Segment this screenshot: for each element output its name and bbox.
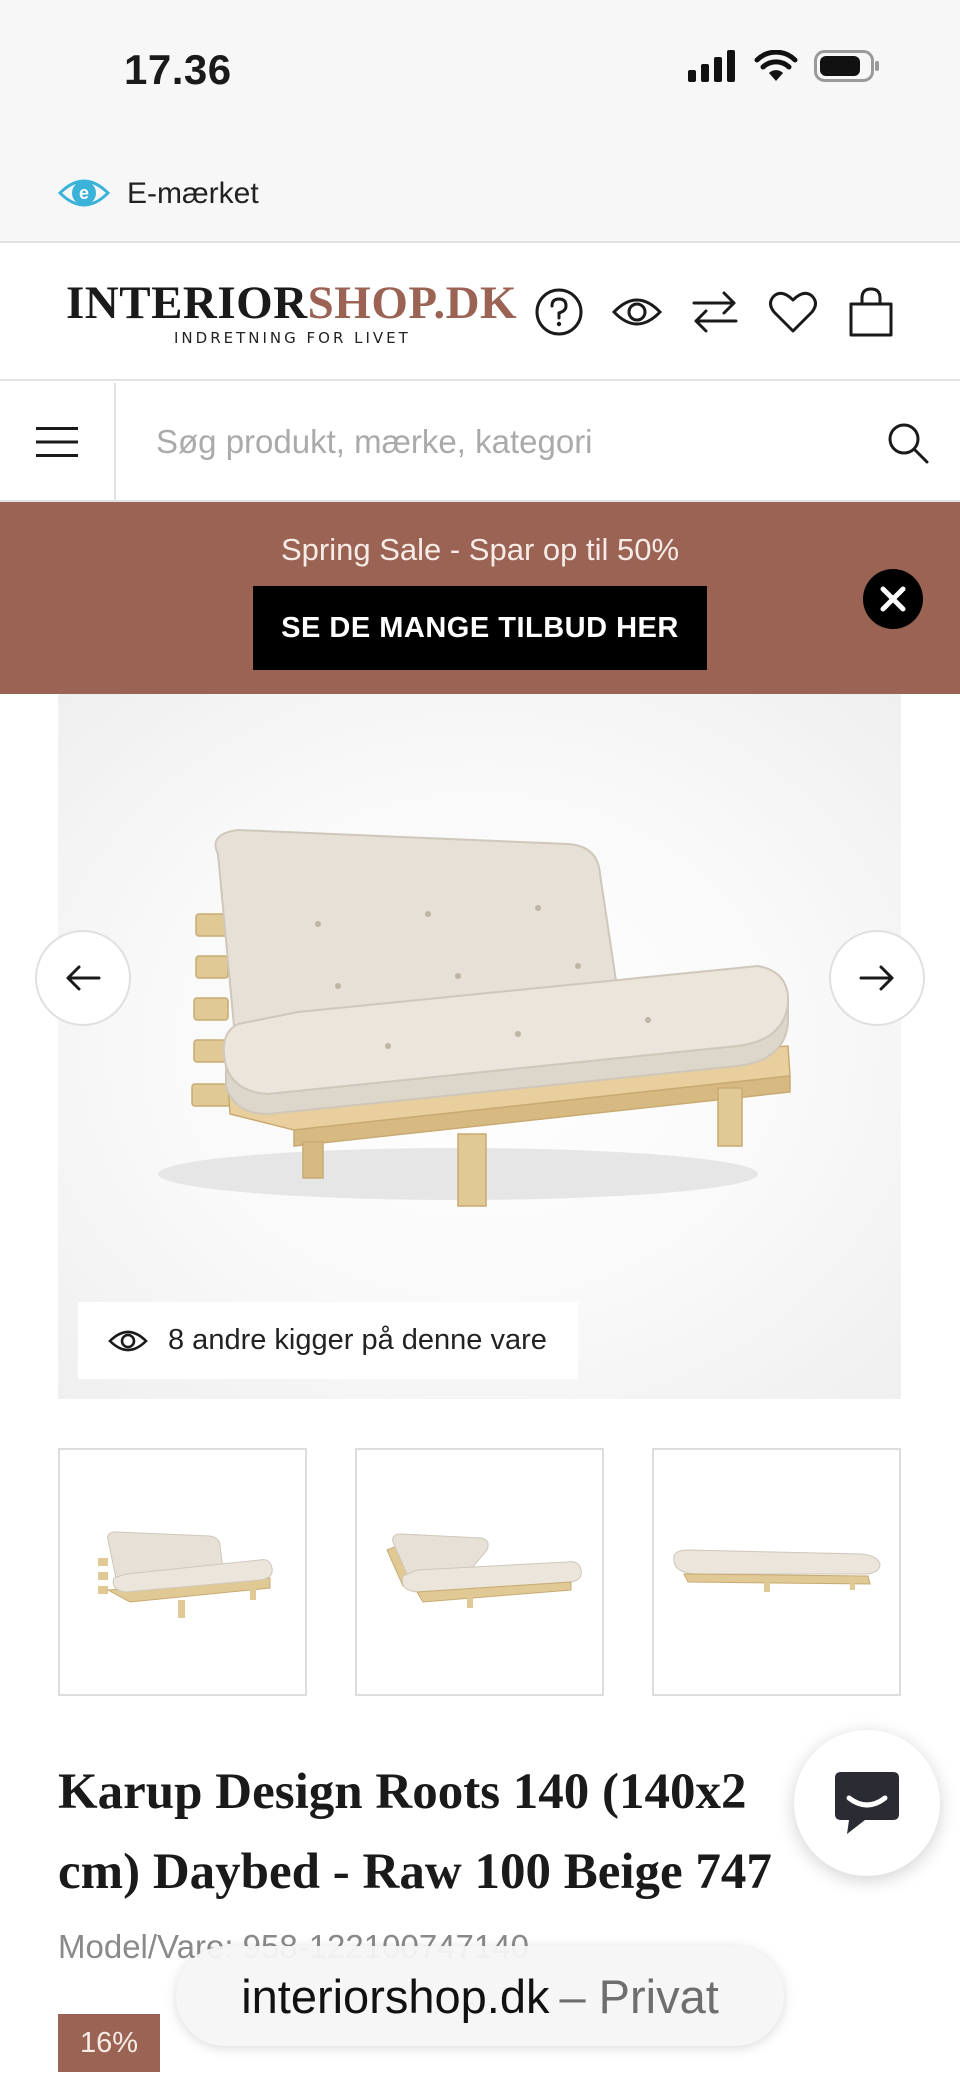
- promo-cta-button[interactable]: SE DE MANGE TILBUD HER: [253, 586, 707, 670]
- gallery-prev-button[interactable]: [35, 930, 131, 1026]
- logo-tagline: INDRETNING FOR LIVET: [174, 329, 411, 347]
- search-bar: [0, 383, 960, 502]
- wifi-icon: [754, 50, 798, 81]
- compare-button[interactable]: [686, 283, 744, 341]
- cellular-signal-icon: [688, 50, 735, 82]
- chat-bubble-icon: [835, 1772, 899, 1834]
- url-private-label: – Privat: [559, 1969, 719, 2023]
- search-input[interactable]: [118, 383, 838, 500]
- close-banner-button[interactable]: [862, 568, 924, 630]
- promo-banner: Spring Sale - Spar op til 50% SE DE MANG…: [0, 502, 960, 694]
- arrow-right-icon: [859, 965, 894, 991]
- status-time: 17.36: [124, 46, 232, 93]
- emark-bar[interactable]: e E-mærket: [0, 145, 960, 243]
- thumbnail-1[interactable]: [58, 1448, 307, 1696]
- menu-button[interactable]: [0, 383, 116, 500]
- emark-eye-icon: e: [58, 179, 110, 207]
- compare-icon: [692, 291, 738, 333]
- site-header: INTERIORSHOP.DK INDRETNING FOR LIVET: [0, 243, 960, 381]
- discount-badge: 16%: [58, 2014, 160, 2072]
- search-button[interactable]: [886, 421, 930, 465]
- arrow-left-icon: [66, 965, 101, 991]
- help-button[interactable]: [530, 283, 588, 341]
- hamburger-menu-icon: [36, 426, 78, 457]
- site-logo[interactable]: INTERIORSHOP.DK INDRETNING FOR LIVET: [66, 279, 517, 347]
- viewers-badge: 8 andre kigger på denne vare: [78, 1302, 578, 1379]
- gallery-next-button[interactable]: [829, 930, 925, 1026]
- logo-part-interior: INTERIOR: [66, 277, 308, 329]
- product-image-main[interactable]: 8 andre kigger på denne vare: [58, 694, 901, 1399]
- cart-button[interactable]: [842, 283, 900, 341]
- eye-icon: [108, 1330, 148, 1351]
- product-title-line-2: cm) Daybed - Raw 100 Beige 747: [58, 1844, 772, 1900]
- url-domain: interiorshop.dk: [241, 1969, 550, 2023]
- recently-viewed-button[interactable]: [608, 283, 666, 341]
- daybed-product-image: [158, 828, 791, 1207]
- viewers-text: 8 andre kigger på denne vare: [168, 1324, 547, 1356]
- promo-text: Spring Sale - Spar op til 50%: [280, 532, 680, 567]
- daybed-flat-thumbnail: [673, 1549, 881, 1592]
- status-icons: [688, 50, 880, 82]
- eye-icon: [611, 298, 663, 326]
- thumbnail-3[interactable]: [652, 1448, 901, 1696]
- emark-label: E-mærket: [127, 177, 259, 210]
- product-title: Karup Design Roots 140 (140x2 cm) Daybed…: [58, 1752, 868, 1912]
- thumbnail-2[interactable]: [355, 1448, 604, 1696]
- product-title-line-1: Karup Design Roots 140 (140x2: [58, 1764, 747, 1820]
- daybed-recline-thumbnail: [386, 1533, 582, 1608]
- bag-icon: [849, 287, 893, 337]
- battery-icon: [814, 50, 879, 82]
- heart-icon: [769, 291, 817, 333]
- thumbnail-strip: [58, 1448, 901, 1696]
- chat-button[interactable]: [794, 1730, 940, 1876]
- daybed-sofa-thumbnail: [98, 1531, 273, 1618]
- logo-part-shop: SHOP.DK: [307, 277, 518, 329]
- search-icon: [888, 423, 929, 464]
- svg-text:e: e: [79, 183, 89, 203]
- status-bar: 17.36: [0, 0, 960, 145]
- browser-address-bar[interactable]: interiorshop.dk – Privat: [176, 1946, 784, 2046]
- wishlist-button[interactable]: [764, 283, 822, 341]
- header-actions: [530, 283, 900, 341]
- help-icon: [535, 288, 583, 336]
